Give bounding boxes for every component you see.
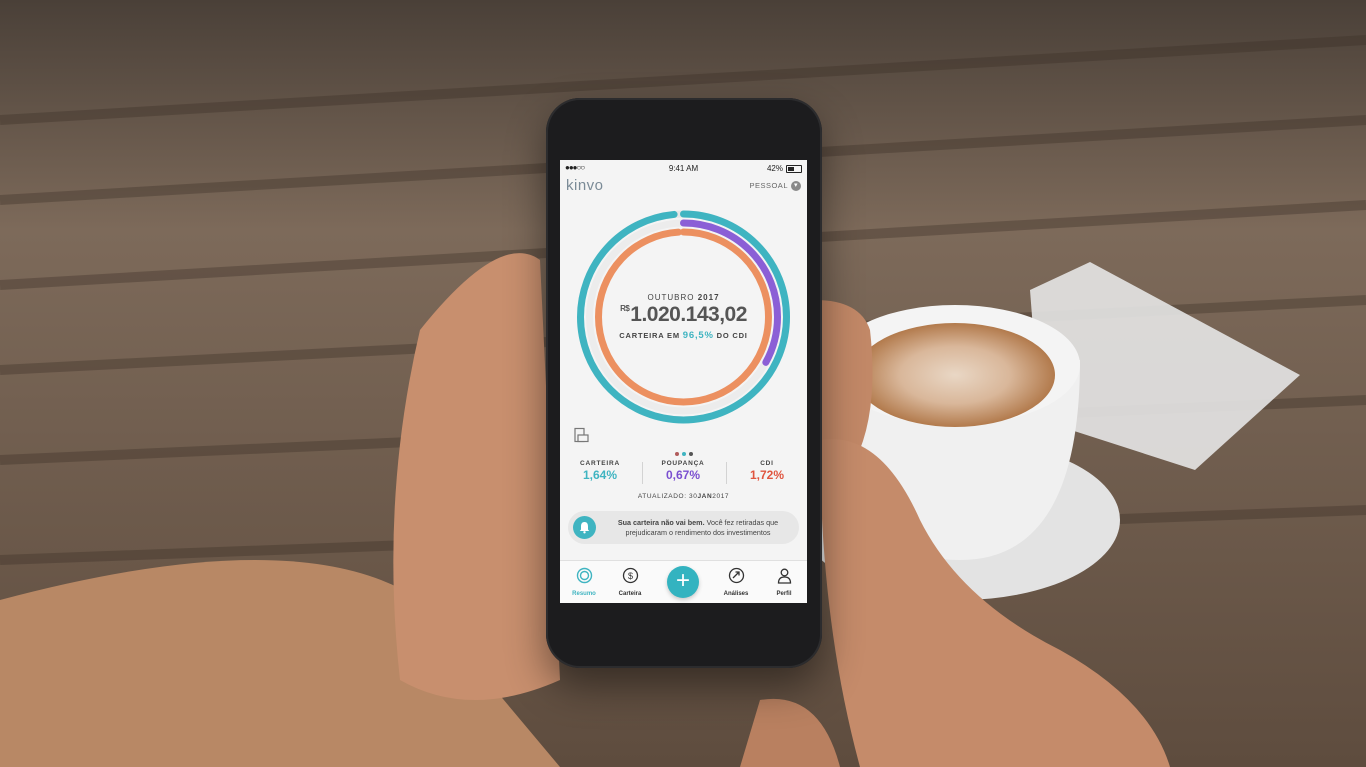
bottom-tab-bar: Resumo $ Carteira + Análises Perfil bbox=[560, 560, 807, 603]
status-bar: ●●●○○ 9:41 AM 42% bbox=[560, 160, 807, 176]
updated-year: 2017 bbox=[712, 493, 730, 500]
trend-icon bbox=[728, 567, 744, 584]
stat-label: POUPANÇA bbox=[661, 460, 705, 467]
stat-cdi: CDI 1,72% bbox=[727, 460, 807, 482]
returns-stats: CARTEIRA 1,64% POUPANÇA 0,67% CDI 1,72% bbox=[560, 460, 807, 488]
stat-poupanca: POUPANÇA 0,67% bbox=[643, 460, 723, 482]
cdi-comparison: CARTEIRA EM 96,5% DO CDI bbox=[560, 330, 807, 341]
report-icon[interactable] bbox=[573, 427, 589, 443]
tab-resumo[interactable]: Resumo bbox=[562, 567, 606, 597]
stat-label: CDI bbox=[760, 460, 774, 467]
last-updated: ATUALIZADO: 30JAN2017 bbox=[560, 493, 807, 500]
stat-carteira: CARTEIRA 1,64% bbox=[560, 460, 640, 482]
alert-message: Sua carteira não vai bem. Você fez retir… bbox=[602, 518, 794, 538]
year-label: 2017 bbox=[697, 293, 720, 302]
user-icon bbox=[777, 568, 791, 584]
tab-carteira[interactable]: $ Carteira bbox=[608, 567, 652, 597]
stat-value: 0,67% bbox=[665, 468, 701, 482]
tab-label: Carteira bbox=[618, 591, 642, 597]
stat-value: 1,72% bbox=[749, 468, 785, 482]
month-label: OUTUBRO bbox=[647, 293, 695, 302]
svg-text:$: $ bbox=[627, 571, 632, 581]
add-button[interactable]: + bbox=[667, 566, 699, 598]
cdi-suffix: DO CDI bbox=[716, 331, 748, 340]
cdi-percent: 96,5% bbox=[682, 330, 714, 341]
alert-title: Sua carteira não vai bem. bbox=[617, 518, 705, 527]
tab-analises[interactable]: Análises bbox=[714, 567, 758, 597]
tab-label: Resumo bbox=[572, 591, 596, 597]
tab-label: Perfil bbox=[776, 591, 792, 597]
currency-label: R$ bbox=[620, 304, 630, 313]
cdi-prefix: CARTEIRA EM bbox=[619, 331, 680, 340]
app-logo: kinvo bbox=[566, 177, 604, 194]
app-screen: ●●●○○ 9:41 AM 42% kinvo PESSOAL ▾ OUTUBRO… bbox=[560, 160, 807, 603]
tab-perfil[interactable]: Perfil bbox=[762, 567, 806, 597]
page-dot[interactable] bbox=[688, 452, 693, 456]
app-header: kinvo PESSOAL ▾ bbox=[560, 177, 807, 198]
stat-value: 1,64% bbox=[582, 468, 618, 482]
page-dot-active[interactable] bbox=[681, 452, 686, 456]
portfolio-alert[interactable]: Sua carteira não vai bem. Você fez retir… bbox=[568, 511, 799, 544]
summary-icon bbox=[576, 567, 592, 584]
updated-label: ATUALIZADO: bbox=[637, 493, 687, 500]
stat-label: CARTEIRA bbox=[580, 460, 620, 467]
tab-label: Análises bbox=[723, 591, 749, 597]
updated-month: JAN bbox=[697, 493, 713, 500]
portfolio-amount: R$1.020.143,02 bbox=[560, 303, 807, 327]
page-dot[interactable] bbox=[674, 452, 679, 456]
chevron-down-icon: ▾ bbox=[791, 181, 801, 192]
battery-percent: 42% bbox=[766, 164, 783, 173]
profile-label: PESSOAL bbox=[749, 181, 788, 190]
battery-icon bbox=[786, 165, 802, 173]
page-indicator[interactable] bbox=[560, 443, 807, 461]
bell-icon bbox=[573, 516, 596, 539]
profile-selector[interactable]: PESSOAL ▾ bbox=[749, 181, 801, 192]
dollar-icon: $ bbox=[622, 567, 638, 584]
amount-value: 1.020.143,02 bbox=[630, 303, 747, 326]
period-label: OUTUBRO 2017 bbox=[560, 293, 807, 302]
